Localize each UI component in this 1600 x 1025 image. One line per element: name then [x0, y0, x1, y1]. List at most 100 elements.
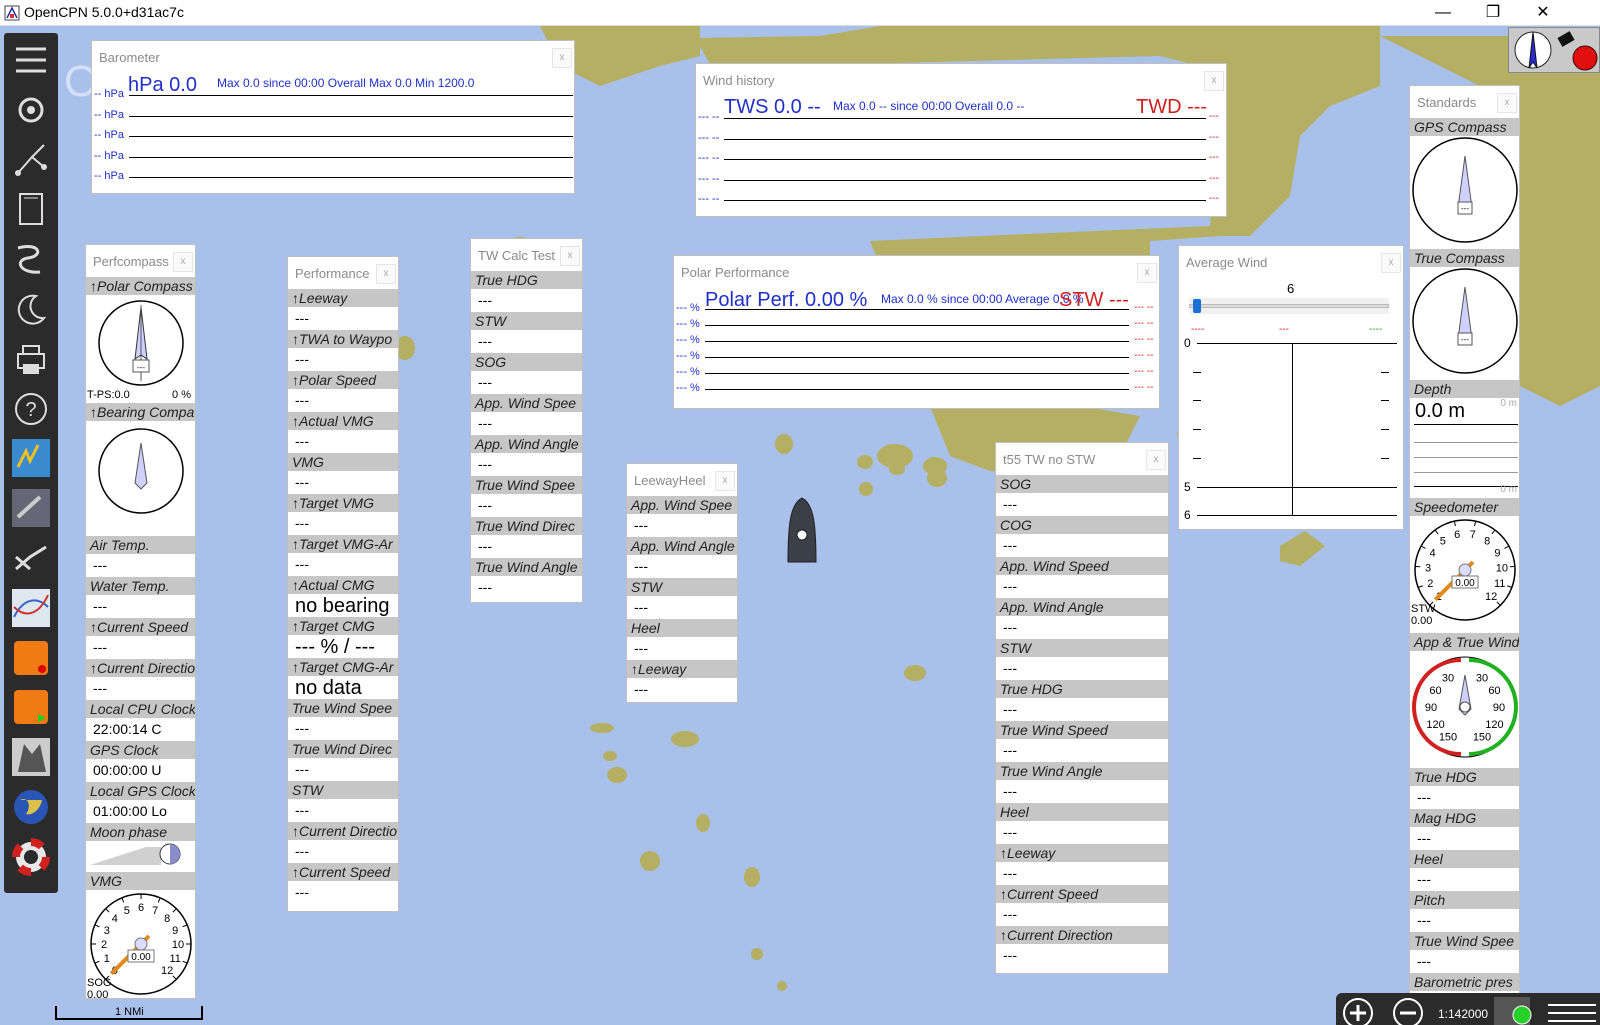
- close-icon[interactable]: x: [552, 48, 572, 68]
- compass-widget[interactable]: [1508, 27, 1600, 73]
- plugin-globe-button[interactable]: [10, 786, 52, 828]
- instrument-label: True Wind Speed: [996, 721, 1168, 739]
- instrument-label: True HDG: [471, 271, 582, 289]
- tick-mark: [1193, 372, 1201, 373]
- wind-dial-tick-label: 90: [1493, 702, 1505, 714]
- axis-label-right: --- --: [1134, 366, 1154, 377]
- close-button[interactable]: ✕: [1518, 0, 1568, 26]
- grid-line: [129, 156, 573, 158]
- depth-top: 0 m: [1500, 398, 1517, 409]
- dial-tick-label: 5: [124, 905, 130, 917]
- standards-window[interactable]: Standards x GPS Compass --- True Compass …: [1409, 85, 1520, 997]
- instrument-label: GPS Clock: [86, 741, 195, 759]
- plugin-weather-icon: [12, 439, 50, 478]
- wind-dial-tick-label: 150: [1473, 731, 1491, 743]
- close-icon[interactable]: x: [1146, 450, 1166, 470]
- zoom-out-button[interactable]: [1392, 997, 1424, 1025]
- vmg-speed-dial: 01234567891011120.00SOG0.00: [87, 893, 192, 998]
- print-icon: [17, 344, 45, 374]
- lifebuoy-button[interactable]: [10, 836, 52, 878]
- print-button[interactable]: [10, 338, 52, 380]
- dial-tick-label: 10: [1496, 562, 1508, 574]
- tick-mark: [1381, 429, 1389, 430]
- performance-window[interactable]: Performance x ↑Leeway --- ↑TWA to Waypo --- ↑…: [287, 256, 399, 912]
- polar-compass-dial: ---: [98, 300, 184, 386]
- polar-performance-window[interactable]: Polar Performance x Polar Perf. 0.00 % Ma…: [673, 255, 1160, 409]
- route-button[interactable]: [10, 139, 52, 181]
- help-button[interactable]: ?: [10, 388, 52, 430]
- dial-sub-label: SOG: [87, 977, 111, 989]
- grid-line: [129, 177, 573, 178]
- instrument-value: ---: [288, 307, 398, 330]
- close-icon[interactable]: x: [1204, 71, 1224, 91]
- tw-calc-window[interactable]: TW Calc Test x True HDG --- STW --- SOG --- App…: [470, 238, 583, 603]
- instrument-value: ---: [288, 348, 398, 371]
- instrument-label: True Wind Angle: [471, 558, 582, 576]
- close-icon[interactable]: x: [1381, 253, 1401, 273]
- grid-line: [724, 179, 1206, 181]
- restore-button[interactable]: ❐: [1468, 0, 1518, 26]
- close-icon[interactable]: x: [560, 246, 580, 266]
- averaging-slider[interactable]: [1189, 298, 1389, 314]
- tick-mark: [1193, 400, 1201, 401]
- grid-line: [129, 136, 573, 137]
- perfcompass-window[interactable]: Perfcompass x ↑Polar Compass --- T-PS:0.0…: [85, 244, 196, 999]
- instrument-value: ---: [627, 637, 737, 660]
- close-icon[interactable]: x: [376, 264, 396, 284]
- plugin-tool-button[interactable]: [10, 487, 52, 529]
- t55-window[interactable]: t55 TW no STW x SOG --- COG --- App. Wind Spe…: [995, 442, 1169, 974]
- instrument-value: ---: [996, 780, 1168, 803]
- wind-dial-hub: [1459, 701, 1471, 713]
- dial-tick-label: 6: [1454, 529, 1460, 541]
- track-button[interactable]: [10, 238, 52, 280]
- instrument-label: ↑Current Directio: [86, 659, 195, 677]
- dial-value: 0.00: [131, 952, 151, 963]
- wind-dial-tick-label: 60: [1488, 685, 1500, 697]
- grid-line: [724, 200, 1206, 201]
- axis-label: -- hPa: [94, 149, 124, 162]
- plugin-weather-button[interactable]: [10, 437, 52, 479]
- wind-history-window[interactable]: Wind history x TWS 0.0 -- Max 0.0 -- sinc…: [695, 63, 1227, 217]
- grid-line: [724, 159, 1206, 160]
- vmg-label: VMG: [86, 872, 195, 890]
- layers-button[interactable]: [10, 188, 52, 230]
- menu-button[interactable]: [10, 39, 52, 81]
- twd-value: TWD ---: [1136, 96, 1208, 118]
- plugin-chart-button[interactable]: [10, 537, 52, 579]
- moon-star-button[interactable]: [10, 288, 52, 330]
- dial-tick-label: 11: [169, 953, 180, 965]
- moon-star-icon: [17, 294, 47, 325]
- barometer-window[interactable]: Barometer x hPa 0.0 Max 0.0 since 00:00 O…: [91, 40, 575, 194]
- dial-tick-label: 8: [1484, 535, 1490, 547]
- instrument-label: Pitch: [1410, 891, 1519, 909]
- gps-compass-label: GPS Compass: [1410, 118, 1519, 136]
- axis-label-right: ---: [1209, 152, 1219, 163]
- instrument-label: True Wind Spee: [288, 699, 398, 717]
- close-icon[interactable]: x: [173, 252, 193, 272]
- average-wind-window[interactable]: Average Wind x 6 ---- --- ---- 0 5 6: [1178, 245, 1404, 530]
- instrument-value: ---: [471, 576, 582, 599]
- instrument-label: Heel: [1410, 850, 1519, 868]
- gear-button[interactable]: [10, 89, 52, 131]
- close-icon[interactable]: x: [1137, 263, 1157, 283]
- plugin-wolf-button[interactable]: [10, 736, 52, 778]
- plugin-orange-button[interactable]: [10, 637, 52, 679]
- window-caption: TW Calc Test: [478, 248, 556, 263]
- zoom-in-button[interactable]: [1342, 997, 1374, 1025]
- plugin-orange2-button[interactable]: [10, 686, 52, 728]
- close-icon[interactable]: x: [715, 471, 735, 491]
- plugin-grib-button[interactable]: [10, 587, 52, 629]
- dial-tick-label: 7: [152, 905, 158, 917]
- leewayheel-window[interactable]: LeewayHeel x App. Wind Spee --- App. Wind A…: [626, 463, 738, 703]
- instrument-value: ---: [996, 821, 1168, 844]
- minimize-button[interactable]: —: [1418, 0, 1468, 26]
- instrument-label: ↑Target CMG-Ar: [288, 658, 398, 676]
- nav-mode-icon: [1494, 997, 1532, 1025]
- instrument-label: True Wind Spee: [471, 476, 582, 494]
- instrument-value: ---: [288, 799, 398, 822]
- title-bar: OpenCPN 5.0.0+d31ac7c — ❐ ✕: [0, 0, 1600, 26]
- slider-thumb[interactable]: [1193, 299, 1201, 313]
- close-icon[interactable]: x: [1497, 93, 1517, 113]
- grid-line: [705, 389, 1129, 390]
- instrument-label: VMG: [288, 453, 398, 471]
